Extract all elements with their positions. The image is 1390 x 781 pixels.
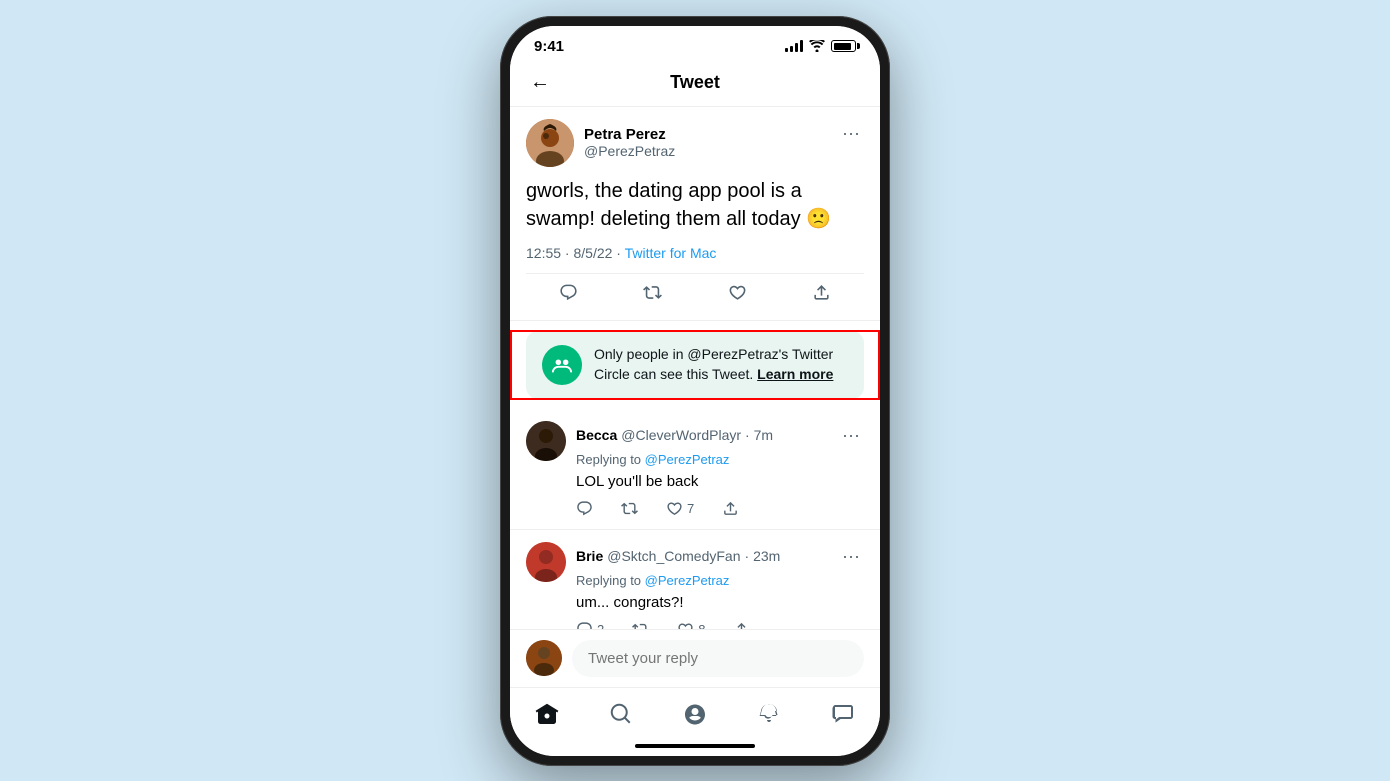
reply-more-button[interactable]: ··· bbox=[838, 542, 864, 571]
reply-text: LOL you'll be back bbox=[576, 471, 864, 492]
wifi-icon bbox=[809, 40, 825, 52]
battery-icon bbox=[831, 40, 856, 52]
reply-user-line: Brie @Sktch_ComedyFan · 23m bbox=[576, 548, 780, 564]
reply-share-button[interactable] bbox=[733, 621, 750, 629]
reply-content: Becca @CleverWordPlayr · 7m ··· Replying… bbox=[576, 421, 864, 517]
status-icons bbox=[785, 40, 856, 52]
scroll-content[interactable]: Petra Perez @PerezPetraz ··· gworls, the… bbox=[510, 107, 880, 629]
reply-text: um... congrats?! bbox=[576, 592, 864, 613]
reply-retweet-button[interactable] bbox=[621, 500, 638, 517]
reply-header: Brie @Sktch_ComedyFan · 23m ··· bbox=[576, 542, 864, 571]
replying-to-link[interactable]: @PerezPetraz bbox=[645, 452, 730, 467]
retweet-icon bbox=[642, 282, 664, 304]
status-bar: 9:41 bbox=[510, 26, 880, 59]
avatar bbox=[526, 421, 566, 461]
tweet-meta: 12:55 · 8/5/22 · Twitter for Mac bbox=[526, 245, 864, 261]
reply-retweet-button[interactable] bbox=[632, 621, 649, 629]
status-time: 9:41 bbox=[534, 38, 564, 55]
reply-comment-button[interactable]: 2 bbox=[576, 621, 604, 629]
share-button[interactable] bbox=[811, 282, 833, 304]
like-icon bbox=[726, 282, 748, 304]
circle-text: Only people in @PerezPetraz's Twitter Ci… bbox=[594, 345, 848, 384]
circle-banner-wrapper: Only people in @PerezPetraz's Twitter Ci… bbox=[510, 331, 880, 399]
share-icon bbox=[811, 282, 833, 304]
reply-header: Becca @CleverWordPlayr · 7m ··· bbox=[576, 421, 864, 450]
reply-more-button[interactable]: ··· bbox=[838, 421, 864, 450]
avatar bbox=[526, 119, 574, 167]
back-button[interactable]: ← bbox=[526, 67, 554, 98]
reply-name: Becca bbox=[576, 427, 617, 443]
reply-comment-button[interactable] bbox=[576, 500, 593, 517]
reply-actions: 7 bbox=[576, 500, 864, 517]
tab-notifications[interactable] bbox=[747, 696, 791, 732]
more-button[interactable]: ··· bbox=[838, 119, 864, 148]
reply-input-bar bbox=[510, 629, 880, 687]
reply-input-field[interactable] bbox=[572, 640, 864, 677]
reply-comment-count: 2 bbox=[597, 622, 604, 629]
reply-like-button[interactable]: 7 bbox=[666, 500, 694, 517]
user-info: Petra Perez @PerezPetraz bbox=[584, 126, 675, 159]
replying-to: Replying to @PerezPetraz bbox=[576, 452, 864, 467]
replying-to: Replying to @PerezPetraz bbox=[576, 573, 864, 588]
phone-frame: 9:41 ← Tweet bbox=[500, 16, 890, 766]
reply-actions: 2 8 bbox=[576, 621, 864, 629]
retweet-button[interactable] bbox=[642, 282, 664, 304]
reply-like-count: 8 bbox=[698, 622, 705, 629]
my-avatar bbox=[526, 640, 562, 676]
comment-button[interactable] bbox=[557, 282, 579, 304]
reply-handle: @CleverWordPlayr bbox=[621, 427, 741, 443]
tab-search[interactable] bbox=[599, 696, 643, 732]
tweet-header: Petra Perez @PerezPetraz ··· bbox=[526, 119, 864, 167]
reply-like-button[interactable]: 8 bbox=[677, 621, 705, 629]
circle-banner: Only people in @PerezPetraz's Twitter Ci… bbox=[526, 331, 864, 399]
tab-home[interactable] bbox=[525, 696, 569, 732]
user-handle: @PerezPetraz bbox=[584, 143, 675, 159]
reply-share-button[interactable] bbox=[722, 500, 739, 517]
reply-content: Brie @Sktch_ComedyFan · 23m ··· Replying… bbox=[576, 542, 864, 629]
reply-time: · 7m bbox=[745, 427, 773, 443]
nav-title: Tweet bbox=[554, 72, 836, 93]
reply-handle: @Sktch_ComedyFan bbox=[607, 548, 740, 564]
comment-icon bbox=[557, 282, 579, 304]
tab-bar bbox=[510, 687, 880, 736]
learn-more-link[interactable]: Learn more bbox=[757, 366, 833, 382]
reply-time: · 23m bbox=[745, 548, 781, 564]
tab-spaces[interactable] bbox=[673, 696, 717, 732]
like-button[interactable] bbox=[726, 282, 748, 304]
main-tweet: Petra Perez @PerezPetraz ··· gworls, the… bbox=[510, 107, 880, 321]
reply-user-line: Becca @CleverWordPlayr · 7m bbox=[576, 427, 773, 443]
source-link[interactable]: Twitter for Mac bbox=[625, 245, 717, 261]
user-name: Petra Perez bbox=[584, 126, 675, 143]
reply-name: Brie bbox=[576, 548, 603, 564]
avatar bbox=[526, 542, 566, 582]
home-indicator bbox=[510, 736, 880, 756]
tweet-user: Petra Perez @PerezPetraz bbox=[526, 119, 675, 167]
home-bar bbox=[635, 744, 755, 748]
circle-icon bbox=[542, 345, 582, 385]
reply-like-count: 7 bbox=[687, 501, 694, 516]
action-bar bbox=[526, 273, 864, 312]
reply-item: Becca @CleverWordPlayr · 7m ··· Replying… bbox=[510, 409, 880, 530]
signal-icon bbox=[785, 40, 803, 52]
phone-screen: 9:41 ← Tweet bbox=[510, 26, 880, 756]
tweet-text: gworls, the dating app pool is a swamp! … bbox=[526, 177, 864, 233]
replying-to-link[interactable]: @PerezPetraz bbox=[645, 573, 730, 588]
tab-messages[interactable] bbox=[821, 696, 865, 732]
reply-item: Brie @Sktch_ComedyFan · 23m ··· Replying… bbox=[510, 530, 880, 629]
nav-bar: ← Tweet bbox=[510, 59, 880, 107]
